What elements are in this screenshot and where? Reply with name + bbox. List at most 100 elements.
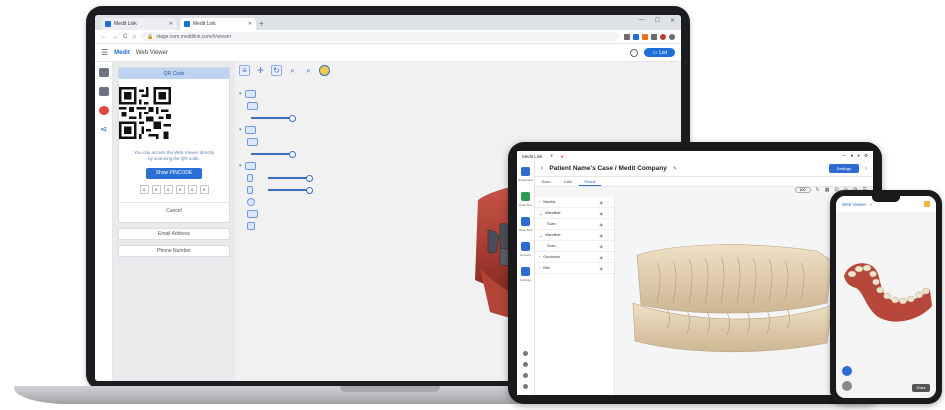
- browser-tab[interactable]: Medit Link ✕: [101, 18, 177, 30]
- color-mode-icon[interactable]: [319, 65, 330, 76]
- work-box-icon[interactable]: [521, 217, 530, 226]
- layer-row[interactable]: [239, 220, 319, 232]
- opacity-slider[interactable]: [239, 148, 319, 160]
- notification-badge-icon[interactable]: [924, 201, 930, 207]
- visibility-icon[interactable]: ◉: [600, 222, 604, 227]
- search-icon[interactable]: ⌕: [303, 65, 314, 76]
- menu-dots-icon[interactable]: [669, 33, 675, 40]
- visibility-icon[interactable]: ◉: [600, 255, 604, 260]
- layer-row[interactable]: [239, 208, 319, 220]
- minimize-icon[interactable]: —: [639, 17, 645, 24]
- settings-rail-icon[interactable]: [521, 267, 530, 276]
- minimize-icon[interactable]: —: [842, 153, 847, 159]
- rotate-icon[interactable]: ↻: [271, 65, 282, 76]
- extension-icon[interactable]: [624, 33, 630, 40]
- info-icon[interactable]: [523, 362, 528, 367]
- kebab-icon[interactable]: ⋮: [606, 233, 610, 238]
- opacity-slider[interactable]: [239, 112, 319, 124]
- phone-share-chip[interactable]: Share: [912, 384, 930, 392]
- kebab-icon[interactable]: ⋮: [606, 200, 610, 205]
- settings-button[interactable]: Settings: [828, 164, 859, 173]
- back-arrow-icon[interactable]: ‹: [541, 165, 543, 172]
- expand-icon[interactable]: ›: [539, 200, 540, 204]
- visibility-icon[interactable]: ◉: [600, 233, 604, 238]
- kebab-icon[interactable]: ⋮: [606, 211, 610, 216]
- caret-down-icon[interactable]: ▾: [239, 91, 242, 97]
- user-avatar-icon[interactable]: [630, 48, 639, 57]
- slider-track[interactable]: [268, 175, 313, 182]
- forward-icon[interactable]: →: [112, 34, 118, 40]
- expand-icon[interactable]: ›: [539, 266, 540, 270]
- expand-icon[interactable]: ›: [539, 255, 540, 259]
- grid-icon[interactable]: ▦: [825, 187, 830, 193]
- phone-dental-model[interactable]: [838, 256, 934, 336]
- case-box-icon[interactable]: [521, 192, 530, 201]
- visibility-icon[interactable]: ◉: [600, 200, 604, 205]
- layer-row[interactable]: [239, 184, 319, 196]
- visibility-icon[interactable]: ◉: [600, 244, 604, 249]
- maximize-icon[interactable]: ☐: [655, 17, 660, 24]
- kebab-icon[interactable]: ⋮: [606, 255, 610, 260]
- phone-number-field[interactable]: Phone Number: [118, 245, 230, 257]
- expand-icon[interactable]: ⌄: [539, 233, 542, 238]
- settings-icon[interactable]: ⚙: [864, 153, 868, 159]
- hamburger-menu-icon[interactable]: ☰: [101, 48, 108, 57]
- tree-row[interactable]: › Maxilla ◉ ⋮: [535, 197, 614, 208]
- layer-row[interactable]: ▾: [239, 160, 319, 172]
- tree-row[interactable]: Scan ◉ ⋮: [535, 219, 614, 230]
- reload-icon[interactable]: C: [123, 34, 127, 40]
- tab-cad[interactable]: CAD: [557, 177, 579, 186]
- dental-model-preview[interactable]: [627, 243, 837, 353]
- close-tab-icon[interactable]: ✕: [248, 21, 252, 27]
- extension-icon[interactable]: [642, 33, 648, 40]
- layers-icon[interactable]: ≡: [239, 65, 250, 76]
- tab-result[interactable]: Result: [579, 177, 601, 186]
- close-window-icon[interactable]: ✕: [670, 17, 675, 24]
- new-tab-button[interactable]: +: [259, 18, 264, 30]
- profile-icon[interactable]: [660, 33, 666, 40]
- tree-row[interactable]: Scan ◉ ⋮: [535, 241, 614, 252]
- zoom-level[interactable]: 100: [794, 187, 811, 193]
- slider-track[interactable]: [268, 187, 313, 194]
- edit-icon[interactable]: ✎: [673, 166, 677, 172]
- kebab-icon[interactable]: ⋮: [606, 244, 610, 249]
- tab-scan[interactable]: Scan: [535, 177, 557, 186]
- layer-row[interactable]: ▾: [239, 124, 319, 136]
- account-icon[interactable]: [523, 373, 528, 378]
- tree-row[interactable]: › Bite ◉ ⋮: [535, 263, 614, 274]
- chevron-down-icon[interactable]: ⌄: [869, 201, 873, 207]
- caret-down-icon[interactable]: ▾: [239, 163, 242, 169]
- back-icon[interactable]: ←: [101, 34, 107, 40]
- headset-icon[interactable]: [98, 106, 109, 115]
- layer-row[interactable]: [239, 136, 319, 148]
- visibility-icon[interactable]: ◉: [600, 211, 604, 216]
- slider-track[interactable]: [251, 151, 296, 158]
- extension-icon[interactable]: [651, 33, 657, 40]
- extension-icon[interactable]: [633, 33, 639, 40]
- cancel-button[interactable]: Cancel: [119, 202, 229, 222]
- more-icon[interactable]: ›: [865, 166, 867, 172]
- caret-down-icon[interactable]: ▾: [239, 127, 242, 133]
- reports-icon[interactable]: [521, 242, 530, 251]
- message-icon[interactable]: [98, 87, 109, 96]
- browser-tab-active[interactable]: Medit Link ✕: [180, 18, 256, 30]
- zoom-icon[interactable]: ⌕: [287, 65, 298, 76]
- rotate-icon[interactable]: ↻: [816, 187, 820, 193]
- url-input[interactable]: 🔒 stage.com.meditlink.com/#/viewer: [140, 32, 619, 41]
- layer-row[interactable]: ▾: [239, 88, 319, 100]
- slider-track[interactable]: [251, 115, 296, 122]
- phone-view-button[interactable]: [842, 381, 852, 391]
- chat-icon[interactable]: [98, 68, 109, 77]
- layer-row[interactable]: [239, 196, 319, 208]
- tree-row[interactable]: › Occlusion ◉ ⋮: [535, 252, 614, 263]
- close-tab-icon[interactable]: ✕: [169, 21, 173, 27]
- layer-row[interactable]: [239, 100, 319, 112]
- help-icon[interactable]: [523, 351, 528, 356]
- tree-row[interactable]: ⌄ Mandible ◉ ⋮: [535, 208, 614, 219]
- layer-row[interactable]: [239, 172, 319, 184]
- kebab-icon[interactable]: ⋮: [606, 222, 610, 227]
- qr-code-tab[interactable]: QR Code: [119, 68, 229, 79]
- expand-icon[interactable]: ⌄: [539, 211, 542, 216]
- visibility-icon[interactable]: ◉: [600, 266, 604, 271]
- alert-icon[interactable]: ●: [857, 153, 860, 159]
